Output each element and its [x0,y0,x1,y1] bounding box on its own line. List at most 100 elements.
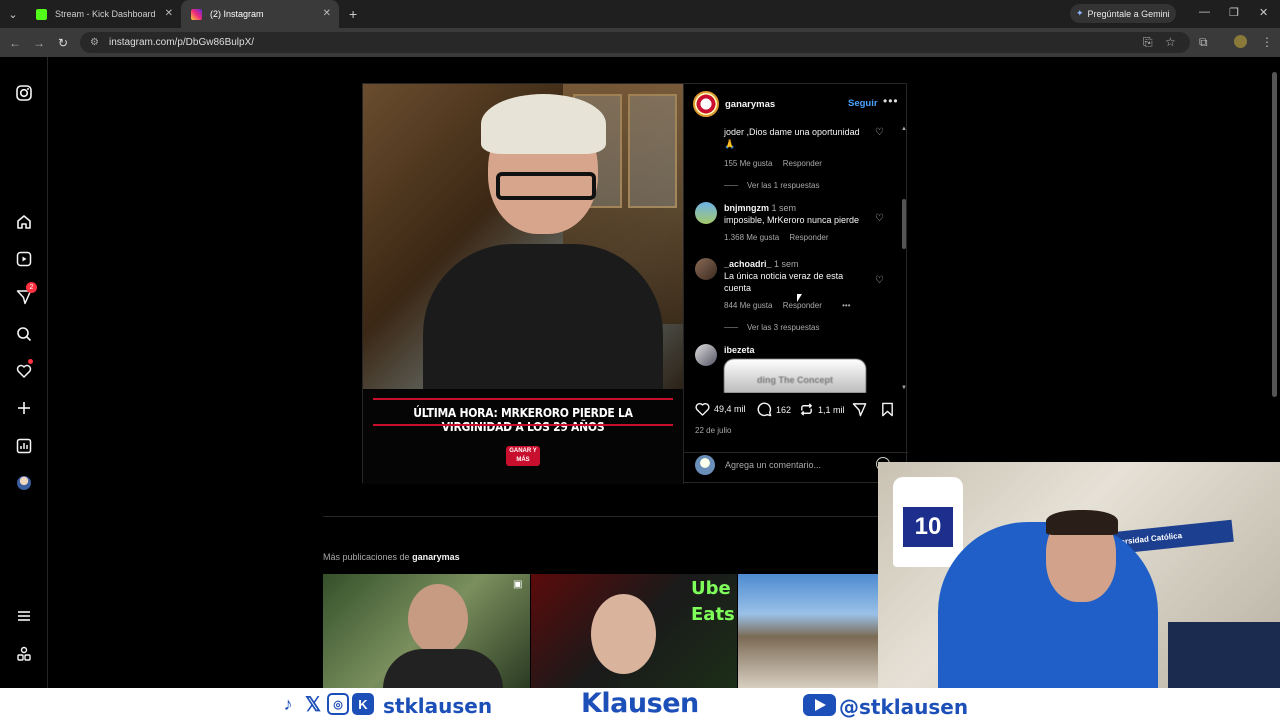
view-replies-button[interactable]: Ver las 3 respuestas [724,323,819,332]
install-app-icon[interactable]: ⎘ [1143,35,1153,50]
window-close-icon[interactable]: ✕ [1259,6,1268,19]
browser-toolbar: ← → ↻ ⚙ instagram.com/p/DbGw86BulpX/ [0,28,1280,57]
view-replies-label: Ver las 3 respuestas [747,323,820,332]
add-comment-bar[interactable]: Agrega un comentario... [684,452,908,484]
comments-count: 162 [776,404,792,415]
commenter-avatar[interactable] [695,258,717,280]
more-posts-author[interactable]: ganarymas [412,552,460,562]
like-heart-icon [695,402,710,416]
author-avatar[interactable] [693,91,719,117]
youtube-icon [803,694,836,716]
bookmark-star-icon[interactable]: ☆ [1165,35,1176,49]
comments-list: joder ,Dios dame una oportunidad 🙏 ♡ 155… [684,126,900,393]
create-plus-icon[interactable] [14,398,34,418]
view-replies-button[interactable]: Ver las 1 respuestas [724,181,819,190]
page-scrollbar-thumb[interactable] [1272,72,1277,397]
reply-button[interactable]: Responder [783,159,822,168]
post-photo [363,84,683,404]
site-settings-icon[interactable]: ⚙ [90,37,99,48]
maximize-icon[interactable]: ❐ [1229,6,1239,19]
tiktok-icon: ♪ [283,693,293,714]
profile-avatar-icon[interactable] [14,473,34,493]
reels-icon[interactable] [14,249,34,269]
media-headline: ÚLTIMA HORA: MRKERORO PIERDE LA VIRGINID… [413,406,633,434]
post-side-panel: ganarymas Seguir ••• joder ,Dios dame un… [683,84,908,484]
tab-search-chevron-icon[interactable]: ⌄ [0,0,26,28]
also-from-meta-icon[interactable] [14,644,34,664]
x-icon: 𝕏 [304,693,322,716]
profile-avatar[interactable] [1234,35,1247,48]
comment-likes[interactable]: 844 Me gusta [724,301,772,310]
tab-kick-dashboard[interactable]: Stream - Kick Dashboard ✕ [26,0,181,28]
comment-like-heart-icon[interactable]: ♡ [875,127,884,138]
gemini-label: Pregúntale a Gemini [1087,8,1170,19]
comment-likes[interactable]: 1.368 Me gusta [724,233,779,242]
reload-icon[interactable]: ↻ [51,36,75,50]
comment-like-heart-icon[interactable]: ♡ [875,213,884,224]
comment-username[interactable]: _achoadri_ [724,259,772,269]
follow-button[interactable]: Seguir [848,98,878,109]
comment-bubble-icon [757,402,772,417]
more-post-thumbnail-2[interactable] [531,574,737,688]
search-icon[interactable] [14,324,34,344]
instagram-logo-icon[interactable] [14,83,34,103]
commenter-avatar[interactable] [695,344,717,366]
add-comment-input[interactable]: Agrega un comentario... [725,460,821,470]
browser-tab-bar: ⌄ Stream - Kick Dashboard ✕ (2) Instagra… [0,0,1280,28]
dashboard-chart-icon[interactable] [14,436,34,456]
media-caption-band [363,389,683,484]
banner-handle-left: stklausen [383,694,493,718]
ganarymas-logo: GANAR Y MÁS [506,446,540,466]
more-post-thumbnail-1[interactable] [323,574,530,688]
home-icon[interactable] [14,212,34,232]
instagram-page: 2 ÚLTIMA HORA: MRKERORO PIERDE LA VIRGIN… [0,57,1280,720]
reply-button[interactable]: Responder [789,233,828,242]
comment-username[interactable]: ibezeta [724,345,755,355]
reel-icon: ▣ [513,579,523,590]
tab-instagram[interactable]: (2) Instagram ✕ [181,0,339,28]
commenter-avatar[interactable] [695,202,717,224]
address-bar[interactable]: ⚙ instagram.com/p/DbGw86BulpX/ [80,32,1190,53]
gemini-button[interactable]: ✦ Pregúntale a Gemini [1070,4,1176,23]
scroll-down-arrow-icon[interactable]: ▼ [901,385,907,391]
comment-meta: 844 Me gusta Responder ••• [724,301,859,310]
post-actions: 49,4 mil 162 1,1 mil [684,402,908,422]
back-arrow-icon[interactable]: ← [3,36,27,50]
repost-action[interactable]: 1,1 mil [799,402,845,417]
comment-username[interactable]: bnjmngzm [724,203,769,213]
share-icon[interactable] [852,402,867,417]
scroll-up-arrow-icon[interactable]: ▲ [901,126,907,132]
instagram-favicon-icon [191,8,202,20]
forward-arrow-icon[interactable]: → [27,36,51,50]
kick-favicon-icon [36,8,47,20]
gemini-sparkle-icon: ✦ [1076,8,1084,18]
tab-close-icon[interactable]: ✕ [165,8,173,19]
save-bookmark-icon[interactable] [881,402,894,417]
comment-likes[interactable]: 155 Me gusta [724,159,772,168]
tab-close-icon[interactable]: ✕ [323,8,331,19]
menu-hamburger-icon[interactable] [14,606,34,626]
notifications-heart-icon[interactable] [14,359,34,381]
comment-meta: 155 Me gusta Responder [724,159,830,168]
messages-icon[interactable]: 2 [14,282,37,307]
comments-scrollbar[interactable]: ▲ ▼ [900,126,908,393]
extensions-icon[interactable]: ⧉ [1199,35,1208,50]
like-action[interactable]: 49,4 mil [695,402,746,416]
browser-menu-icon[interactable]: ⋮ [1261,35,1273,49]
comment-text: imposible, MrKeroro nunca pierde [724,215,860,225]
reply-button[interactable]: Responder [783,301,822,310]
more-options-icon[interactable]: ••• [883,94,899,108]
comment-image-sticker[interactable]: ding The Concept [724,359,866,393]
minimize-icon[interactable]: — [1199,6,1210,18]
more-post-thumbnail-3[interactable] [738,574,880,688]
instagram-icon: ◎ [327,693,349,715]
comment-like-heart-icon[interactable]: ♡ [875,275,884,286]
post-media[interactable]: ÚLTIMA HORA: MRKERORO PIERDE LA VIRGINID… [363,84,683,484]
comment-more-icon[interactable]: ••• [842,301,850,310]
comment-meta: 1.368 Me gusta Responder [724,233,837,242]
author-username[interactable]: ganarymas [725,99,775,110]
scrollbar-thumb[interactable] [902,199,906,249]
kick-icon: K [352,693,374,715]
comment-action[interactable]: 162 [757,402,791,417]
new-tab-plus-icon[interactable]: + [349,6,357,22]
